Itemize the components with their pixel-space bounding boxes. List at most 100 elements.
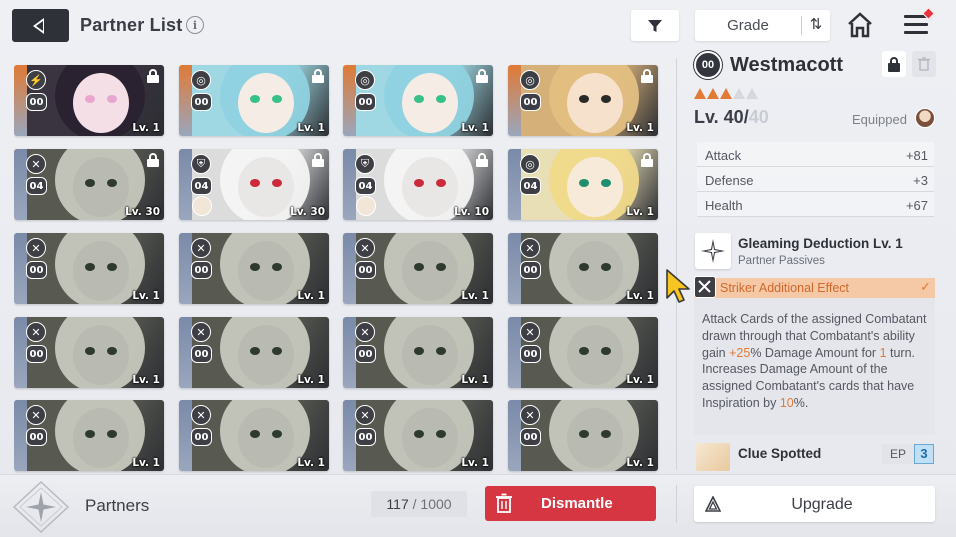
card-level: Lv. 1 [626, 122, 654, 134]
striker-class-icon [694, 276, 716, 298]
card-level: Lv. 1 [461, 374, 489, 386]
upgrade-button[interactable]: Upgrade [694, 486, 935, 522]
rarity-stars [694, 86, 759, 99]
menu-button[interactable] [904, 7, 935, 37]
partner-card[interactable]: ◎ 00 Lv. 1 [508, 65, 658, 136]
class-icon: ◎ [355, 70, 375, 90]
portrait-face [402, 241, 458, 301]
sparkle-icon [701, 239, 725, 263]
partner-card[interactable]: ⚡ 00 Lv. 1 [14, 65, 164, 136]
partner-card[interactable]: ✕ 00 Lv. 1 [508, 233, 658, 304]
class-icon: ✕ [520, 405, 540, 425]
partner-card[interactable]: ✕ 00 Lv. 1 [14, 233, 164, 304]
card-level: Lv. 1 [461, 290, 489, 302]
partner-grid: ⚡ 00 Lv. 1 ◎ 00 Lv. 1 ◎ 00 Lv. 1 ◎ 00 Lv. 1 ✕ 04 Lv. 3… [14, 64, 662, 474]
partner-card[interactable]: ✕ 00 Lv. 1 [14, 400, 164, 471]
lock-icon-body [888, 63, 900, 72]
partner-card[interactable]: ⛨ 04 Lv. 30 [179, 149, 329, 220]
card-level: Lv. 30 [290, 206, 325, 218]
effect-header[interactable]: Striker Additional Effect ✓ [694, 276, 935, 298]
grade-badge: 00 [520, 261, 541, 279]
sort-dropdown[interactable]: Grade ⇅ [695, 10, 830, 41]
portrait-accent [414, 430, 424, 438]
equipped-avatar[interactable] [915, 108, 935, 128]
card-level: Lv. 1 [461, 122, 489, 134]
portrait-accent [414, 179, 424, 187]
partner-card[interactable]: ✕ 00 Lv. 1 [179, 233, 329, 304]
lock-icon [147, 153, 159, 167]
stat-row: Defense +3 [697, 167, 934, 192]
partner-card[interactable]: ✕ 00 Lv. 1 [508, 400, 658, 471]
partner-card[interactable]: ✕ 00 Lv. 1 [508, 317, 658, 388]
partner-card[interactable]: ✕ 00 Lv. 1 [14, 317, 164, 388]
portrait-accent [250, 179, 260, 187]
grade-badge: 00 [26, 261, 47, 279]
back-button[interactable] [12, 9, 69, 42]
skill-icon[interactable] [695, 233, 731, 269]
filter-icon [648, 19, 662, 32]
level-max: 40 [748, 107, 769, 127]
skill-category: Partner Passives [738, 255, 825, 267]
portrait-accent [272, 347, 282, 355]
class-icon: ◎ [191, 70, 211, 90]
portrait-accent [250, 263, 260, 271]
count-sep: / [408, 496, 421, 512]
card-level: Lv. 1 [626, 206, 654, 218]
class-icon: ✕ [355, 238, 375, 258]
class-icon: ✕ [26, 322, 46, 342]
partner-card[interactable]: ◎ 04 Lv. 1 [508, 149, 658, 220]
class-icon: ✕ [191, 238, 211, 258]
card-level: Lv. 1 [297, 122, 325, 134]
card-level: Lv. 1 [626, 290, 654, 302]
partner-card[interactable]: ✕ 00 Lv. 1 [343, 233, 493, 304]
stat-name: Defense [705, 173, 754, 188]
card-level: Lv. 1 [132, 374, 160, 386]
page-title: Partner List [80, 15, 183, 35]
card-level: Lv. 1 [297, 290, 325, 302]
partner-card[interactable]: ✕ 00 Lv. 1 [343, 400, 493, 471]
portrait-accent [250, 347, 260, 355]
filter-button[interactable] [631, 10, 679, 41]
clue-ep-badge: EP 3 [882, 444, 934, 464]
ep-label: EP [890, 447, 907, 461]
portrait-accent [272, 263, 282, 271]
portrait-face [73, 325, 129, 385]
partner-card[interactable]: ◎ 00 Lv. 1 [343, 65, 493, 136]
portrait-accent [85, 347, 95, 355]
portrait-accent [579, 179, 589, 187]
effect-title: Striker Additional Effect [720, 281, 850, 295]
portrait-accent [272, 430, 282, 438]
lock-button[interactable] [882, 51, 906, 77]
portrait-face [238, 408, 294, 468]
portrait-face [402, 325, 458, 385]
class-icon: ✕ [355, 322, 375, 342]
partner-card[interactable]: ✕ 00 Lv. 1 [179, 400, 329, 471]
partner-card[interactable]: ✕ 00 Lv. 1 [343, 317, 493, 388]
grade-badge: 00 [520, 345, 541, 363]
info-icon[interactable]: i [186, 16, 204, 34]
class-icon: ✕ [355, 405, 375, 425]
grade-badge: 00 [26, 428, 47, 446]
dismantle-button[interactable]: Dismantle [485, 486, 656, 521]
desc-value: 1 [879, 345, 887, 360]
partner-card[interactable]: ⛨ 04 Lv. 10 [343, 149, 493, 220]
portrait-accent [85, 179, 95, 187]
home-button[interactable] [846, 11, 874, 39]
card-level: Lv. 30 [125, 206, 160, 218]
portrait-face [238, 325, 294, 385]
portrait-accent [601, 347, 611, 355]
grade-badge: 00 [355, 428, 376, 446]
partner-card[interactable]: ◎ 00 Lv. 1 [179, 65, 329, 136]
partner-count: 117 / 1000 [371, 491, 467, 517]
bottom-divider [676, 485, 677, 523]
lock-icon [312, 153, 324, 167]
clue-icon[interactable] [696, 443, 730, 471]
sort-order-icon[interactable]: ⇅ [805, 15, 827, 35]
class-icon: ✕ [520, 322, 540, 342]
count-max: 1000 [420, 496, 452, 512]
discard-button[interactable] [912, 51, 936, 77]
partner-card[interactable]: ✕ 04 Lv. 30 [14, 149, 164, 220]
partner-card[interactable]: ✕ 00 Lv. 1 [179, 317, 329, 388]
home-icon [848, 12, 872, 38]
stats-table: Attack +81 Defense +3 Health +67 [697, 142, 934, 217]
